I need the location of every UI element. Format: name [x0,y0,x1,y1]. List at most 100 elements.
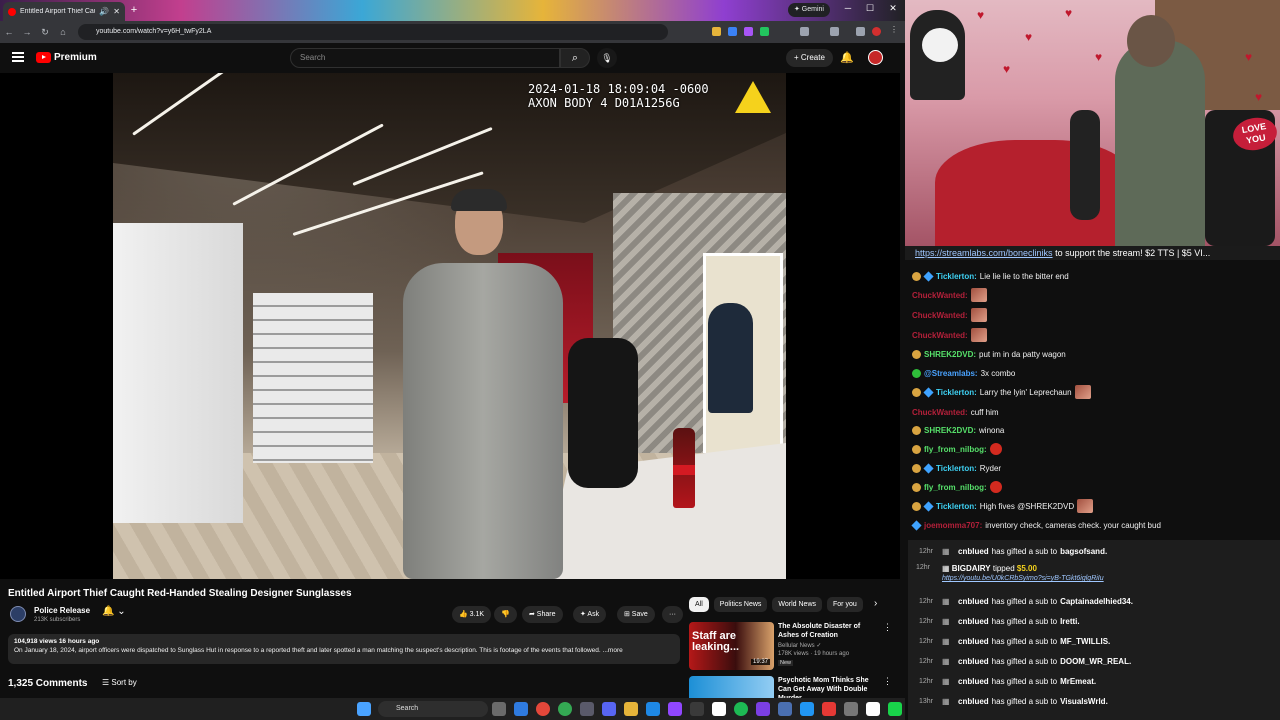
more-actions-button[interactable]: ··· [662,606,683,623]
app-icon[interactable] [778,702,792,716]
save-button[interactable]: ⊞ Save [617,606,655,623]
recommended-video[interactable]: Psychotic Mom Thinks She Can Get Away Wi… [689,676,899,698]
minimize-button[interactable]: ─ [839,3,857,13]
profile-icon[interactable] [872,27,881,36]
video-thumbnail[interactable] [689,676,774,698]
chip-all[interactable]: All [689,597,709,612]
twitch-icon[interactable] [668,702,682,716]
extension-icon[interactable] [760,27,769,36]
event-target[interactable]: VisualsWrld. [1060,697,1108,706]
new-tab-button[interactable]: + [128,4,140,16]
spotify-icon[interactable] [734,702,748,716]
subscription-bell-icon[interactable]: 🔔 ⌄ [102,606,126,617]
sort-by-button[interactable]: ☰ Sort by [102,678,137,687]
chat-username[interactable]: ChuckWanted: [912,408,968,417]
video-player[interactable]: 2024-01-18 18:09:04 -0600 AXON BODY 4 D0… [0,73,900,579]
discord-icon[interactable] [602,702,616,716]
task-view-icon[interactable] [492,702,506,716]
chat-username[interactable]: @Streamlabs: [924,369,978,378]
chrome-icon[interactable] [536,702,550,716]
recommended-title[interactable]: Psychotic Mom Thinks She Can Get Away Wi… [778,676,878,698]
start-windows-icon[interactable] [357,702,371,716]
extension-icon[interactable] [744,27,753,36]
chat-username[interactable]: ChuckWanted: [912,311,968,320]
app-icon[interactable] [888,702,902,716]
event-user[interactable]: cnblued [958,617,989,626]
like-button[interactable]: 👍 3.1K [452,606,492,623]
channel-name[interactable]: Police Release [34,606,90,615]
channel-avatar[interactable] [10,606,26,622]
chat-username[interactable]: Ticklerton: [936,272,977,281]
description-box[interactable]: 104,918 views 16 hours ago On January 18… [8,634,680,664]
chat-username[interactable]: fly_from_nilbog: [924,445,987,454]
app-icon[interactable] [580,702,594,716]
app-icon[interactable] [690,702,704,716]
address-bar[interactable]: youtube.com/watch?v=y6H_twFy2LA [78,24,668,40]
chip-politics-news[interactable]: Politics News [713,597,768,612]
chat-username[interactable]: SHREK2DVD: [924,426,976,435]
streamlabs-link[interactable]: https://streamlabs.com/bonecliniks [915,248,1053,258]
tab-youtube[interactable]: Entitled Airport Thief Caught 🔊 ✕ [3,2,125,21]
event-target[interactable]: DOOM_WR_REAL. [1060,657,1131,666]
app-icon[interactable] [646,702,660,716]
app-icon[interactable] [800,702,814,716]
recommended-channel[interactable]: Bellular News ✓ [778,642,821,649]
hamburger-menu-icon[interactable] [12,52,24,62]
event-user[interactable]: cnblued [958,637,989,646]
file-explorer-icon[interactable] [624,702,638,716]
gemini-button[interactable]: ✦ Gemini [788,3,830,17]
voice-search-icon[interactable]: 🎙 [597,48,617,68]
ask-button[interactable]: ✦ Ask [573,606,607,623]
recommended-title[interactable]: The Absolute Disaster of Ashes of Creati… [778,622,878,640]
event-user[interactable]: cnblued [958,597,989,606]
more-options-icon[interactable]: ⋮ [883,676,892,687]
chat-username[interactable]: joemomma707: [924,521,982,530]
downloads-icon[interactable] [856,27,865,36]
chrome-canary-icon[interactable] [558,702,572,716]
event-user[interactable]: cnblued [958,657,989,666]
event-user[interactable]: BIGDAIRY [952,564,991,573]
dislike-button[interactable]: 👎 [494,606,517,623]
app-icon[interactable] [822,702,836,716]
close-window-button[interactable]: ✕ [884,3,902,14]
app-icon[interactable] [844,702,858,716]
event-target[interactable]: MF_TWILLIS. [1060,637,1110,646]
chat-username[interactable]: Ticklerton: [936,502,977,511]
forward-icon[interactable]: → [18,27,36,37]
chat-username[interactable]: Ticklerton: [936,464,977,473]
maximize-button[interactable]: ☐ [861,3,879,14]
chevron-right-icon[interactable]: › [874,598,877,609]
search-button[interactable]: ⌕ [560,48,590,68]
search-input[interactable]: Search [290,48,560,68]
chat-username[interactable]: SHREK2DVD: [924,350,976,359]
event-target[interactable]: Captainadelhied34. [1060,597,1133,606]
notifications-bell-icon[interactable]: 🔔 [840,51,854,64]
app-icon[interactable] [756,702,770,716]
event-target[interactable]: MrEmeat. [1060,677,1096,686]
home-icon[interactable]: ⌂ [54,27,72,37]
event-user[interactable]: cnblued [958,547,989,556]
create-button[interactable]: + Create [786,49,833,67]
speaker-icon[interactable]: 🔊 [99,7,109,16]
taskbar-search[interactable]: Search [378,701,488,717]
chip-for-you[interactable]: For you [827,597,863,612]
extension-icon[interactable] [728,27,737,36]
event-user[interactable]: cnblued [958,697,989,706]
account-avatar[interactable] [868,50,883,65]
recommended-video[interactable]: Staff are leaking... 19:37 The Absolute … [689,622,899,672]
back-icon[interactable]: ← [0,27,18,37]
youtube-logo[interactable]: Premium [36,52,97,63]
app-icon[interactable] [866,702,880,716]
bodycam-video-frame[interactable]: 2024-01-18 18:09:04 -0600 AXON BODY 4 D0… [113,73,786,579]
share-button[interactable]: ➦ Share [522,606,563,623]
chat-username[interactable]: fly_from_nilbog: [924,483,987,492]
reload-icon[interactable]: ↻ [36,27,54,38]
sidebar-icon[interactable] [830,27,839,36]
event-target[interactable]: bagsofsand. [1060,547,1107,556]
tip-link[interactable]: https://youtu.be/U0kCRbSyimo?si=yB-TGkt6… [942,575,1104,582]
obs-icon[interactable] [712,702,726,716]
chat-username[interactable]: ChuckWanted: [912,331,968,340]
event-user[interactable]: cnblued [958,677,989,686]
chat-username[interactable]: ChuckWanted: [912,291,968,300]
extension-icon[interactable] [712,27,721,36]
